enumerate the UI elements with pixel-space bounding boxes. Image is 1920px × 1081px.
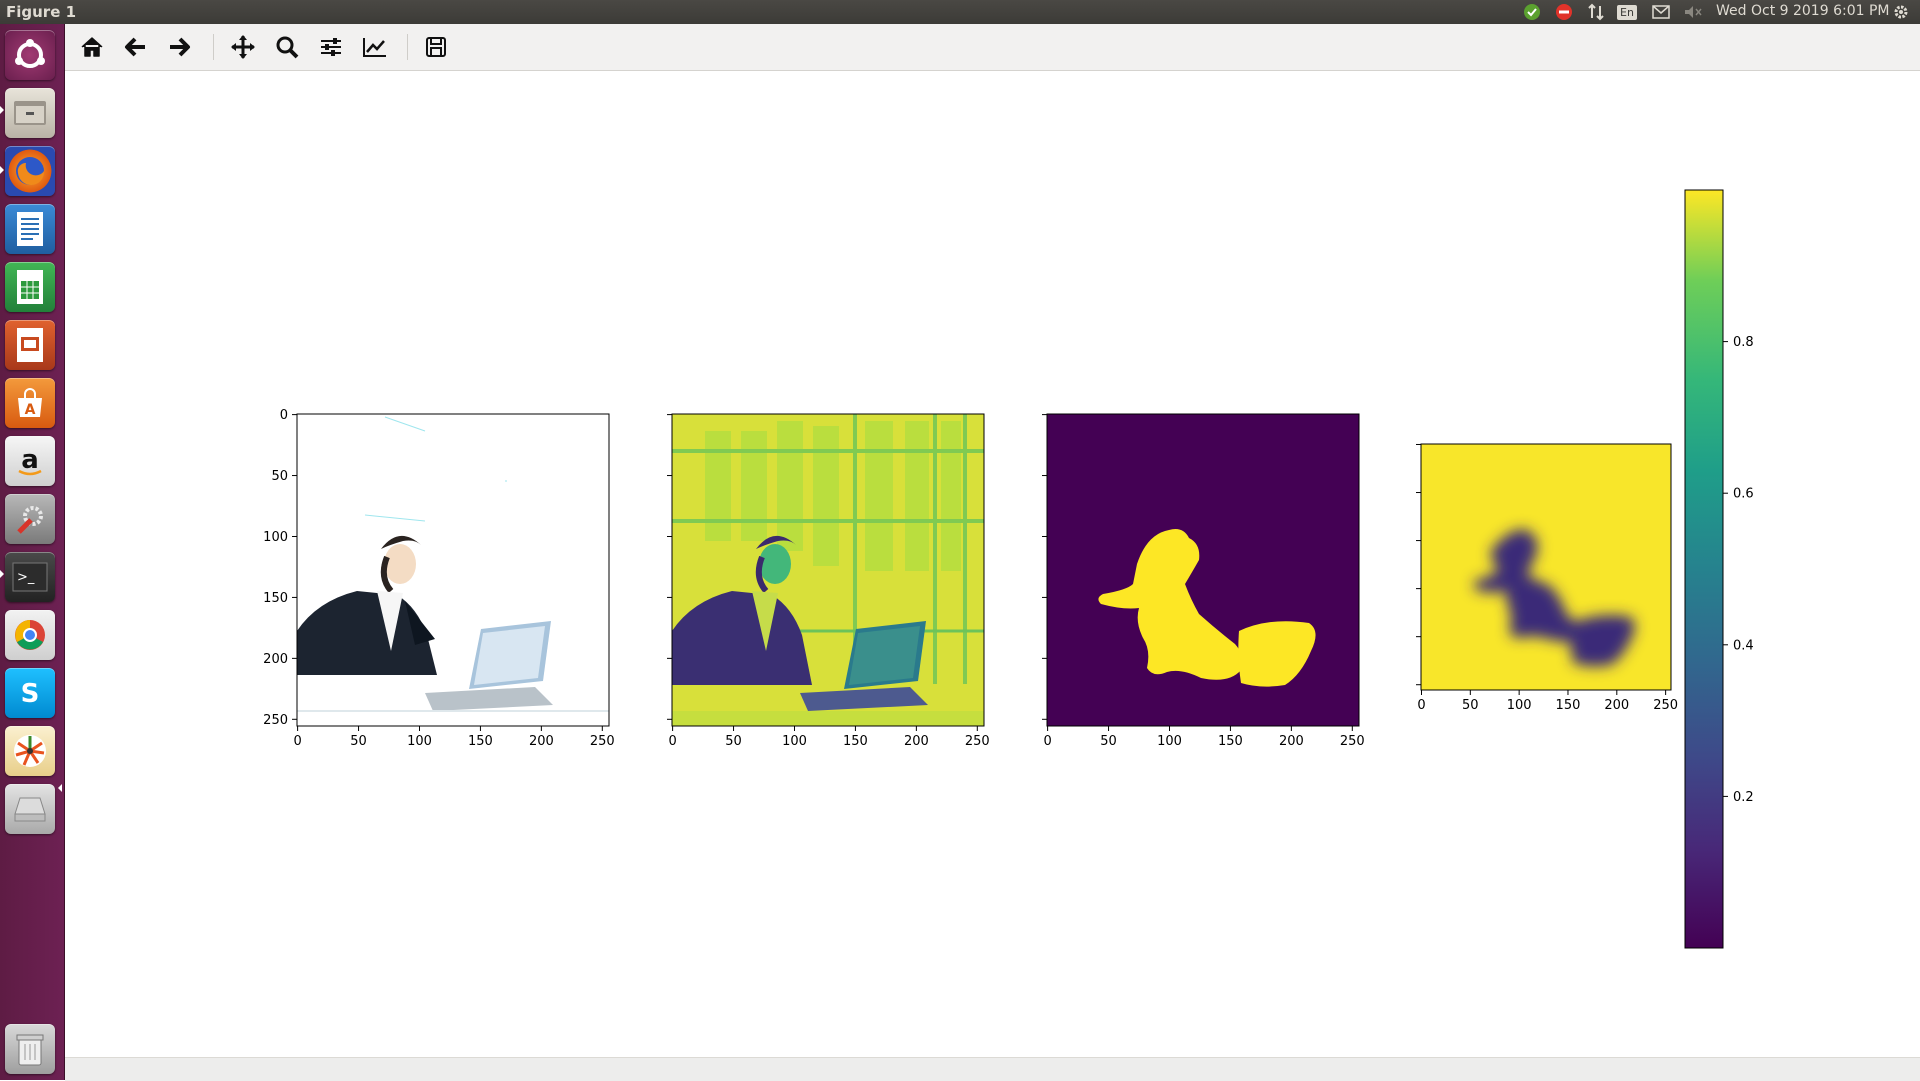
x-tick-label: 100 <box>407 734 432 749</box>
x-tick-label: 100 <box>782 734 807 749</box>
y-tick-label: 250 <box>263 713 288 728</box>
svg-text:a: a <box>21 445 39 475</box>
chrome-icon[interactable] <box>5 610 55 660</box>
x-tick-label: 200 <box>1279 734 1304 749</box>
clock[interactable]: Wed Oct 9 2019 6:01 PM <box>1716 3 1889 19</box>
system-settings-icon[interactable] <box>5 494 55 544</box>
subplot-3 <box>1046 413 1360 727</box>
terminal-icon[interactable]: >_ <box>5 552 55 602</box>
save-icon[interactable] <box>421 32 451 62</box>
launcher: A a >_ S <box>0 24 65 1080</box>
subplot-4 <box>1420 443 1672 691</box>
software-center-icon[interactable]: A <box>5 378 55 428</box>
x-tick-label: 50 <box>1462 698 1479 713</box>
y-tick-label: 200 <box>263 652 288 667</box>
x-tick-label: 200 <box>904 734 929 749</box>
figure-svg: 0 50 100 150 200 250 0 50 100 150 200 250 0 50 100 150 2… <box>263 189 1754 949</box>
image-3 <box>1047 414 1359 726</box>
pan-icon[interactable] <box>228 32 258 62</box>
volume-muted-icon[interactable] <box>1682 2 1704 22</box>
pinwheel-app-icon[interactable] <box>5 726 55 776</box>
colorbar <box>1684 189 1724 949</box>
files-icon[interactable] <box>5 88 55 138</box>
svg-text:A: A <box>25 402 36 418</box>
colorbar-tick-label: 0.2 <box>1733 790 1754 805</box>
window-title: Figure 1 <box>6 3 77 21</box>
x-tick-label: 150 <box>1556 698 1581 713</box>
image-4 <box>1421 444 1671 690</box>
subplots-icon[interactable] <box>316 32 346 62</box>
keyboard-layout-icon[interactable]: En <box>1616 2 1638 22</box>
settings-gear-icon[interactable] <box>1890 2 1912 22</box>
ubuntu-dash-icon[interactable] <box>5 30 55 80</box>
y-tick-label: 50 <box>271 469 288 484</box>
x-tick-label: 100 <box>1507 698 1532 713</box>
x-tick-label: 0 <box>668 734 676 749</box>
figure-canvas[interactable]: 0 50 100 150 200 250 0 50 100 150 200 250 0 50 100 150 2… <box>65 71 1920 1057</box>
network-icon[interactable] <box>1586 2 1606 22</box>
amazon-icon[interactable]: a <box>5 436 55 486</box>
x-tick-label: 250 <box>590 734 615 749</box>
skype-icon[interactable]: S <box>5 668 55 718</box>
toolbar-separator <box>213 34 214 60</box>
libreoffice-impress-icon[interactable] <box>5 320 55 370</box>
active-indicator <box>58 784 62 792</box>
x-tick-label: 0 <box>1417 698 1425 713</box>
matplotlib-toolbar <box>65 24 1920 71</box>
colorbar-tick-label: 0.6 <box>1733 487 1754 502</box>
x-tick-label: 250 <box>1653 698 1678 713</box>
y-tick-label: 100 <box>263 530 288 545</box>
keyboard-layout-label: En <box>1617 4 1637 20</box>
drive-icon[interactable] <box>5 784 55 834</box>
stop-icon[interactable] <box>1554 2 1574 22</box>
toolbar-separator <box>407 34 408 60</box>
subplot-2 <box>671 413 985 727</box>
x-tick-label: 250 <box>965 734 990 749</box>
colorbar-tick-label: 0.8 <box>1733 335 1754 350</box>
forward-icon[interactable] <box>164 32 194 62</box>
subplot-1 <box>296 413 610 727</box>
x-tick-label: 100 <box>1157 734 1182 749</box>
mail-icon[interactable] <box>1650 2 1672 22</box>
svg-text:>_: >_ <box>17 570 35 585</box>
running-indicator <box>0 166 4 174</box>
colorbar-tick-label: 0.4 <box>1733 638 1754 653</box>
top-panel: Figure 1 En Wed Oct 9 2019 6:01 PM <box>0 0 1920 24</box>
firefox-icon[interactable] <box>5 146 55 196</box>
x-tick-label: 150 <box>843 734 868 749</box>
y-tick-label: 0 <box>280 408 288 423</box>
edit-axis-icon[interactable] <box>360 32 390 62</box>
x-tick-label: 250 <box>1340 734 1365 749</box>
x-tick-label: 0 <box>293 734 301 749</box>
x-tick-label: 200 <box>1604 698 1629 713</box>
status-bar <box>65 1057 1920 1081</box>
zoom-icon[interactable] <box>272 32 302 62</box>
image-1 <box>297 414 609 726</box>
update-ok-icon[interactable] <box>1522 2 1542 22</box>
trash-icon[interactable] <box>5 1024 55 1074</box>
x-tick-label: 50 <box>1100 734 1117 749</box>
colorbar-gradient <box>1684 189 1724 949</box>
image-2-content <box>672 414 984 726</box>
x-tick-label: 150 <box>468 734 493 749</box>
running-indicator <box>0 570 4 578</box>
x-tick-label: 50 <box>350 734 367 749</box>
libreoffice-calc-icon[interactable] <box>5 262 55 312</box>
x-tick-label: 50 <box>725 734 742 749</box>
x-tick-label: 150 <box>1218 734 1243 749</box>
home-icon[interactable] <box>77 32 107 62</box>
libreoffice-writer-icon[interactable] <box>5 204 55 254</box>
back-icon[interactable] <box>121 32 151 62</box>
y-tick-label: 150 <box>263 591 288 606</box>
x-tick-label: 200 <box>529 734 554 749</box>
x-tick-label: 0 <box>1043 734 1051 749</box>
svg-text:S: S <box>21 679 40 709</box>
running-indicator <box>0 106 4 114</box>
